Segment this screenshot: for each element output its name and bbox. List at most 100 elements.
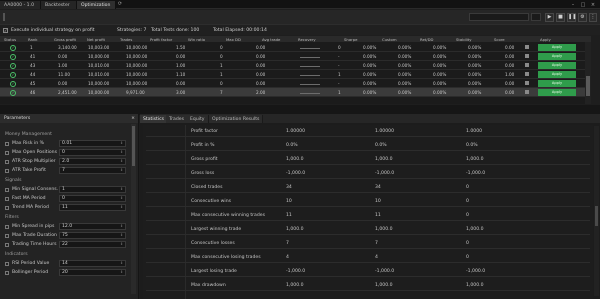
column-header[interactable]: Net profit	[87, 37, 117, 42]
spinner-icon[interactable]: ⇕	[120, 270, 123, 275]
column-header[interactable]: Sharpe	[344, 37, 374, 42]
parameter-input[interactable]: 0 ⇕	[59, 195, 126, 202]
parameter-checkbox[interactable]	[5, 242, 9, 247]
tab-document-1[interactable]: AA0000 - 1.0	[0, 1, 41, 9]
chart-icon[interactable]	[525, 72, 529, 76]
parameters-section-title[interactable]: Signals	[5, 178, 22, 183]
tab-backtester[interactable]: Backtester	[41, 1, 77, 9]
parameter-input[interactable]: 12.0 ⇕	[59, 223, 126, 230]
execute-on-profit-checkbox[interactable]: ✓	[3, 27, 8, 33]
parameter-checkbox[interactable]	[5, 205, 9, 210]
play-icon[interactable]: ▶	[545, 12, 554, 22]
parameter-input[interactable]: 11 ⇕	[59, 204, 126, 211]
parameter-checkbox[interactable]	[5, 187, 9, 192]
speed-dropdown[interactable]	[531, 13, 541, 21]
apply-button[interactable]: Apply	[538, 89, 576, 96]
maximize-icon[interactable]: □	[580, 2, 586, 8]
parameter-checkbox[interactable]	[5, 150, 9, 155]
parameters-section-title[interactable]: Money Management	[5, 132, 52, 137]
apply-button[interactable]: Apply	[538, 44, 576, 51]
chart-icon[interactable]	[525, 54, 529, 58]
chart-icon[interactable]	[525, 90, 529, 94]
column-header[interactable]: Win ratio	[188, 37, 220, 42]
spinner-icon[interactable]: ⇕	[120, 159, 123, 164]
tab-trades[interactable]: Trades	[166, 115, 188, 123]
spinner-icon[interactable]: ⇕	[120, 150, 123, 155]
column-header[interactable]: Ret/DD	[420, 37, 450, 42]
column-header[interactable]: Apply	[540, 37, 576, 42]
column-header[interactable]: Avg trade	[262, 37, 292, 42]
parameter-input[interactable]: 75 ⇕	[59, 232, 126, 239]
parameters-scrollbar-thumb[interactable]	[132, 126, 135, 166]
spinner-icon[interactable]: ⇕	[120, 242, 123, 247]
column-header[interactable]: Custom	[382, 37, 412, 42]
parameter-input[interactable]: 0.01 ⇕	[59, 140, 126, 147]
tab-optimization-results[interactable]: Optimization Results	[209, 115, 264, 123]
parameter-input[interactable]: 2.0 ⇕	[59, 158, 126, 165]
tab-statistics[interactable]: Statistics	[140, 115, 168, 123]
column-header[interactable]: Max DD	[226, 37, 256, 42]
refresh-icon[interactable]: ⟳	[116, 1, 124, 8]
spinner-icon[interactable]: ⇕	[120, 196, 123, 201]
close-icon[interactable]: ×	[131, 116, 135, 121]
column-header[interactable]: Recovery	[298, 37, 338, 42]
settings-icon[interactable]: ⚙	[578, 12, 587, 22]
parameter-checkbox[interactable]	[5, 141, 9, 146]
table-row[interactable]: ✓ 1 3,140.00 10,003.00 10,000.00 1.50 0 0.00 0 0.…	[0, 43, 591, 52]
column-header[interactable]: Profit factor	[150, 37, 182, 42]
apply-button[interactable]: Apply	[538, 62, 576, 69]
close-icon[interactable]: ×	[590, 2, 596, 8]
parameter-input[interactable]: 1 ⇕	[59, 186, 126, 193]
parameters-scrollbar[interactable]	[131, 124, 136, 294]
column-header[interactable]: Rank	[28, 37, 52, 42]
statistics-scrollbar[interactable]	[594, 126, 599, 296]
grid-scrollbar[interactable]	[585, 42, 591, 104]
drag-handle-icon[interactable]	[3, 13, 5, 21]
parameters-section-title[interactable]: Filters	[5, 215, 19, 220]
chart-icon[interactable]	[525, 45, 529, 49]
column-header[interactable]: Trades	[120, 37, 148, 42]
column-header[interactable]: Gross profit	[54, 37, 84, 42]
statistics-scrollbar-thumb[interactable]	[595, 206, 598, 226]
table-row[interactable]: ✓ 46 2,451.00 10,000.00 9,971.00 3.00 7 2.00 1 0.…	[0, 88, 591, 97]
parameter-input[interactable]: 14 ⇕	[59, 260, 126, 267]
parameters-section-title[interactable]: Indicators	[5, 252, 28, 257]
table-row[interactable]: ✓ 45 0.00 10,000.00 10,000.00 0.00 0 0.00 - 0.00%…	[0, 79, 591, 88]
parameter-checkbox[interactable]	[5, 270, 9, 275]
spinner-icon[interactable]: ⇕	[120, 205, 123, 210]
grid-scrollbar-thumb[interactable]	[586, 76, 590, 96]
pause-icon[interactable]: ❚❚	[567, 12, 576, 22]
parameter-checkbox[interactable]	[5, 224, 9, 229]
parameter-input[interactable]: 0 ⇕	[59, 149, 126, 156]
stop-icon[interactable]: ■	[556, 12, 565, 22]
tab-equity[interactable]: Equity	[187, 115, 209, 123]
apply-button[interactable]: Apply	[538, 80, 576, 87]
parameter-checkbox[interactable]	[5, 196, 9, 201]
table-row[interactable]: ✓ 44 11.00 10,010.00 10,000.00 1.10 1 0.00 1 0.00…	[0, 70, 591, 79]
chart-icon[interactable]	[525, 81, 529, 85]
spinner-icon[interactable]: ⇕	[120, 224, 123, 229]
more-icon[interactable]: ⋮	[589, 12, 597, 22]
apply-button[interactable]: Apply	[538, 53, 576, 60]
chart-icon[interactable]	[525, 63, 529, 67]
column-header[interactable]: Stability	[456, 37, 488, 42]
apply-button[interactable]: Apply	[538, 71, 576, 78]
parameter-checkbox[interactable]	[5, 159, 9, 164]
minimize-icon[interactable]: –	[570, 2, 576, 8]
table-row[interactable]: ✓ 43 1.00 10,010.00 10,000.00 1.00 1 0.00 - 0.00%…	[0, 61, 591, 70]
parameter-input[interactable]: 7 ⇕	[59, 167, 126, 174]
spinner-icon[interactable]: ⇕	[120, 233, 123, 238]
spinner-icon[interactable]: ⇕	[120, 141, 123, 146]
parameter-checkbox[interactable]	[5, 261, 9, 266]
tab-optimization[interactable]: Optimization	[77, 1, 116, 9]
spinner-icon[interactable]: ⇕	[120, 187, 123, 192]
spinner-icon[interactable]: ⇕	[120, 261, 123, 266]
parameter-input[interactable]: 22 ⇕	[59, 241, 126, 248]
column-header[interactable]: Score	[494, 37, 534, 42]
parameter-checkbox[interactable]	[5, 233, 9, 238]
parameter-input[interactable]: 20 ⇕	[59, 269, 126, 276]
parameter-checkbox[interactable]	[5, 168, 9, 173]
spinner-icon[interactable]: ⇕	[120, 168, 123, 173]
column-header[interactable]: Status	[4, 37, 26, 42]
table-row[interactable]: ✓ 41 0.00 10,000.00 10,000.00 0.00 0 0.00 - 0.00%…	[0, 52, 591, 61]
